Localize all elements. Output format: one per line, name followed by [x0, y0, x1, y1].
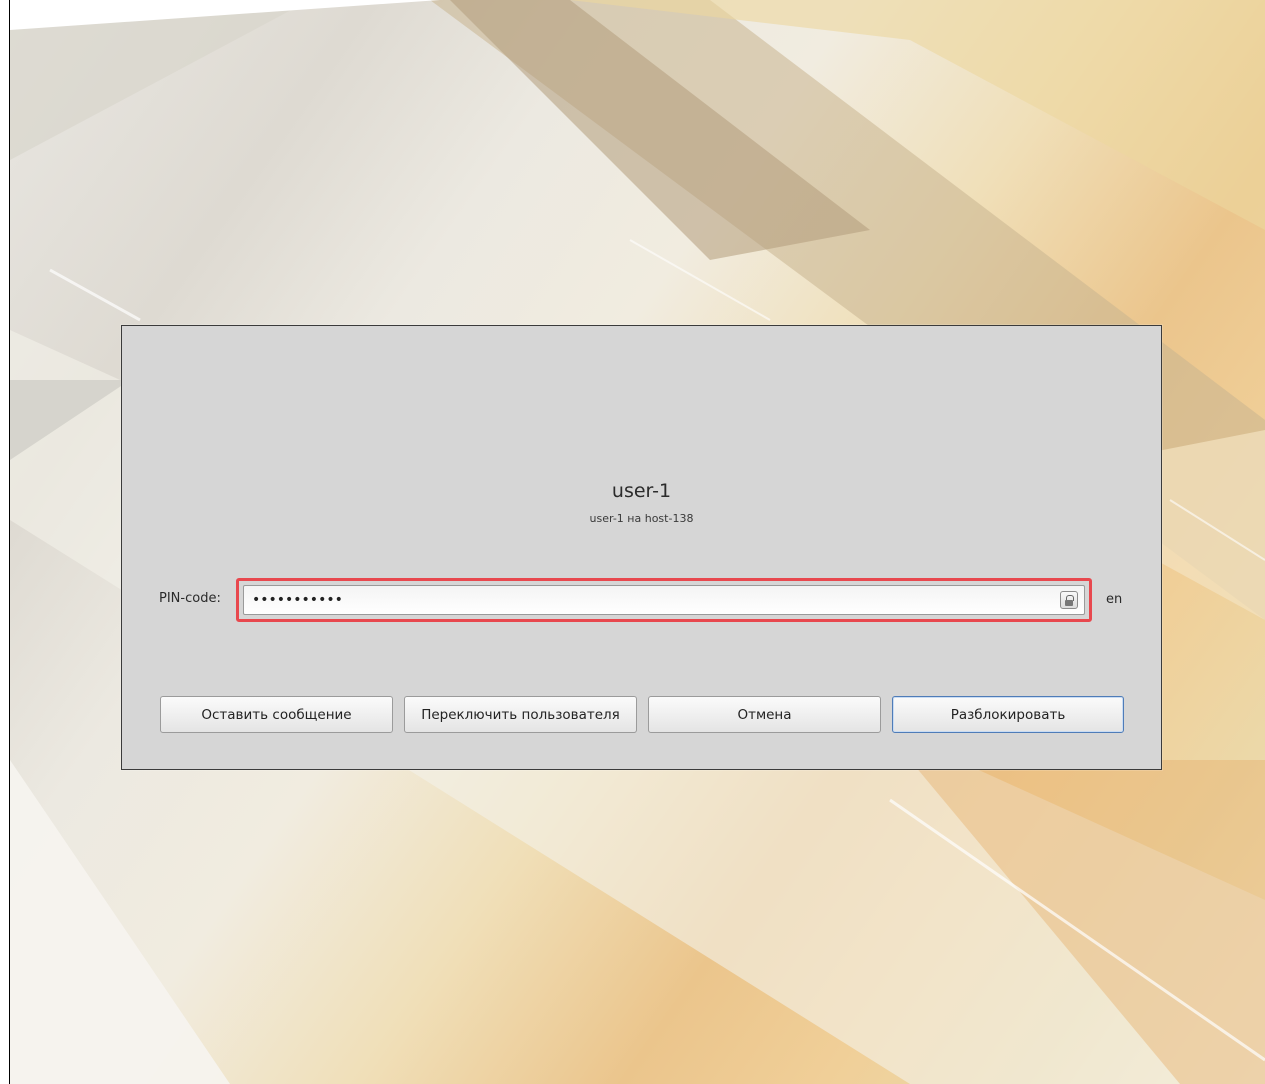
unlock-dialog: user-1 user-1 на host-138 PIN-code: en О…: [121, 325, 1162, 770]
cancel-button[interactable]: Отмена: [648, 696, 881, 733]
user-name: user-1: [611, 480, 672, 502]
unlock-button[interactable]: Разблокировать: [892, 696, 1124, 733]
pin-field[interactable]: [243, 585, 1085, 615]
pin-input[interactable]: [252, 589, 1042, 611]
leave-message-button[interactable]: Оставить сообщение: [160, 696, 393, 733]
screen-border: [9, 0, 10, 1084]
pin-label: PIN-code:: [159, 591, 221, 606]
lock-screen: user-1 user-1 на host-138 PIN-code: en О…: [0, 0, 1265, 1084]
user-host: user-1 на host-138: [589, 512, 694, 525]
keyboard-layout-indicator[interactable]: en: [1106, 592, 1122, 607]
lock-icon: [1060, 591, 1078, 609]
switch-user-button[interactable]: Переключить пользователя: [404, 696, 637, 733]
